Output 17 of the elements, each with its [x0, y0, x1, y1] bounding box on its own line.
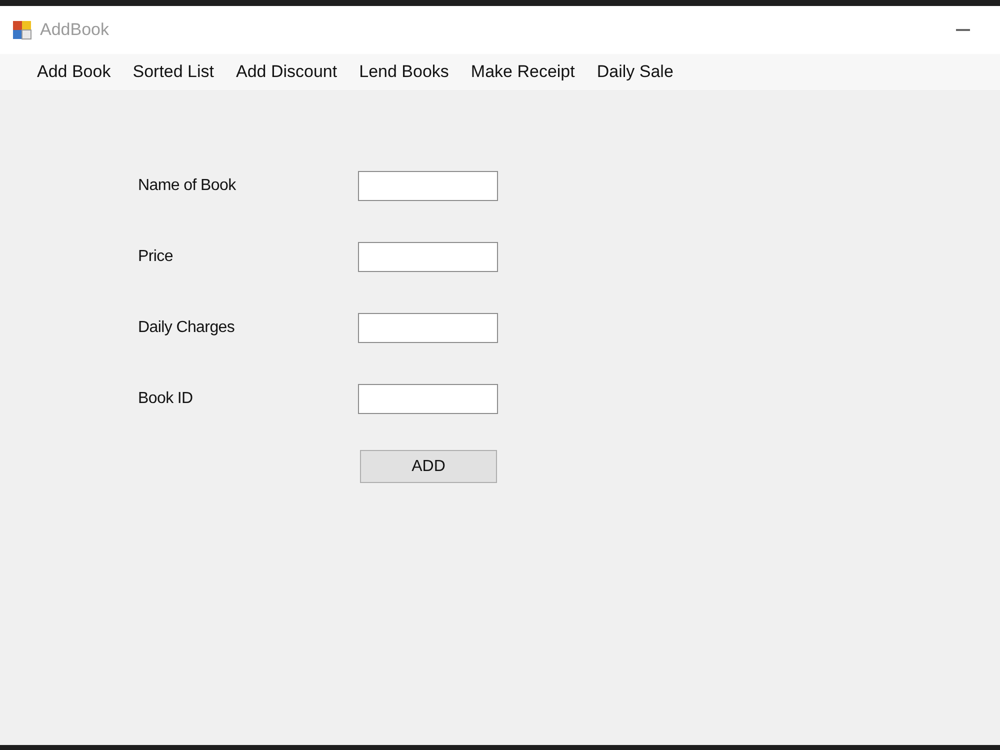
- menu-item[interactable]: Daily Sale: [586, 59, 684, 85]
- menu-item[interactable]: Add Book: [26, 59, 122, 85]
- field-label: Daily Charges: [138, 318, 236, 338]
- add-button[interactable]: ADD: [360, 450, 497, 483]
- field-label: Price: [138, 246, 174, 266]
- input-field[interactable]: [358, 312, 498, 342]
- input-field[interactable]: [358, 384, 498, 414]
- input-field[interactable]: [358, 242, 498, 272]
- window-title: AddBook: [40, 19, 109, 42]
- field-label: Book ID: [138, 388, 194, 408]
- app-icon: [12, 20, 32, 40]
- menu-item[interactable]: Make Receipt: [460, 59, 586, 85]
- field-label: Name of Book: [138, 176, 237, 196]
- menu-item[interactable]: Add Discount: [225, 59, 348, 85]
- menu-item[interactable]: Sorted List: [122, 59, 225, 85]
- menu-item[interactable]: Lend Books: [348, 59, 460, 85]
- input-field[interactable]: [358, 170, 498, 200]
